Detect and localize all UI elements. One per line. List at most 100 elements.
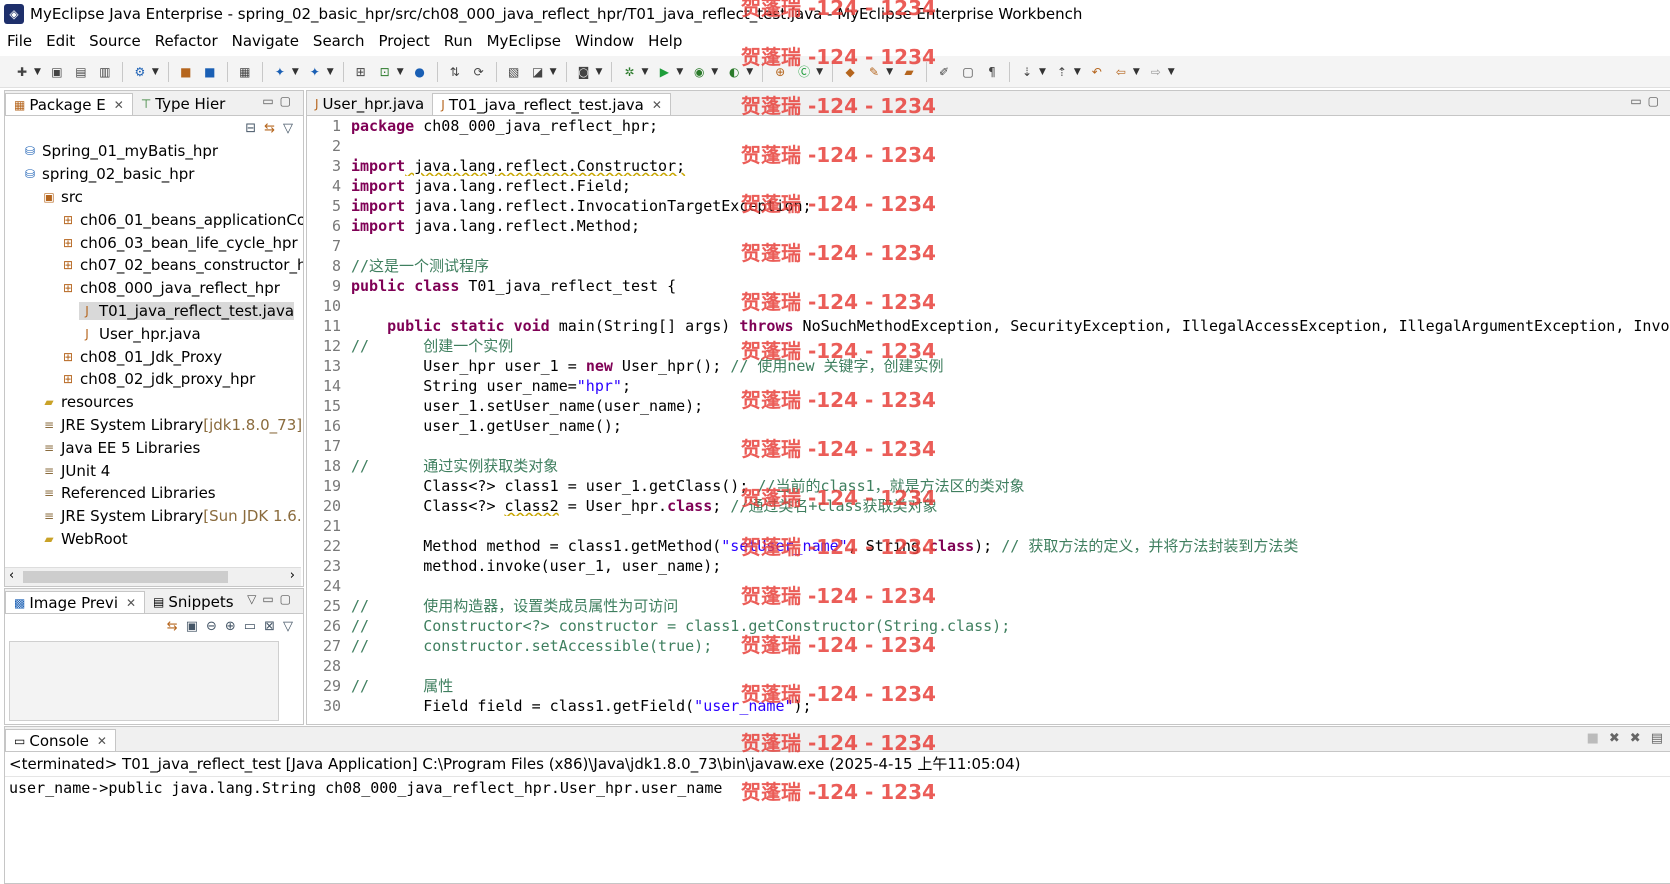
search-tool-dropdown-icon[interactable]: ▼: [886, 67, 893, 77]
forward-icon[interactable]: ⇨: [1147, 63, 1165, 81]
tab-image-preview[interactable]: ▩ Image Previ ✕: [5, 591, 146, 613]
tree-item[interactable]: ⛁ spring_02_basic_hpr: [5, 163, 303, 186]
next-annotation-icon[interactable]: ⇣: [1018, 63, 1036, 81]
minimize-maximize-icon[interactable]: ▭▢: [1630, 94, 1665, 108]
terminate-icon[interactable]: ■: [1587, 731, 1599, 746]
menu-refactor[interactable]: Refactor: [148, 32, 225, 50]
back-dropdown-icon[interactable]: ▼: [1133, 67, 1140, 77]
debug-icon[interactable]: ✲: [620, 63, 638, 81]
remove-all-icon[interactable]: ✖: [1630, 731, 1641, 746]
scrollbar-thumb[interactable]: [23, 571, 228, 583]
wizard2-icon[interactable]: ✦: [306, 63, 324, 81]
new-icon[interactable]: ✚: [13, 63, 31, 81]
prev-annotation-dropdown-icon[interactable]: ▼: [1074, 67, 1081, 77]
screen-icon[interactable]: ◪: [529, 63, 547, 81]
console-output[interactable]: user_name->public java.lang.String ch08_…: [5, 777, 1670, 799]
tree-item[interactable]: ⊞ ch07_02_beans_constructor_h: [5, 254, 303, 277]
menu-source[interactable]: Source: [82, 32, 148, 50]
open-type-icon[interactable]: ⊡: [376, 63, 394, 81]
menu-window[interactable]: Window: [568, 32, 641, 50]
run-dropdown-icon[interactable]: ▼: [676, 67, 683, 77]
profile-icon[interactable]: ◉: [690, 63, 708, 81]
open-folder-icon[interactable]: ▰: [900, 63, 918, 81]
save-all-icon[interactable]: ▤: [72, 63, 90, 81]
tree-item[interactable]: ▣ src: [5, 186, 303, 209]
tab-type-hierarchy[interactable]: ⊤ Type Hier: [133, 93, 234, 115]
view-menu-icon[interactable]: ▽: [283, 121, 293, 136]
actual-size-icon[interactable]: ▭: [244, 619, 256, 634]
menu-run[interactable]: Run: [437, 32, 480, 50]
menu-navigate[interactable]: Navigate: [225, 32, 306, 50]
external-tools-icon[interactable]: ◐: [725, 63, 743, 81]
tree-item[interactable]: J T01_java_reflect_test.java: [5, 300, 303, 323]
sync-icon[interactable]: ⇅: [446, 63, 464, 81]
show-whitespace-icon[interactable]: ¶: [983, 63, 1001, 81]
menu-project[interactable]: Project: [371, 32, 436, 50]
close-icon[interactable]: ✕: [97, 734, 107, 748]
tree-item[interactable]: ⛁ Spring_01_myBatis_hpr: [5, 140, 303, 163]
menu-file[interactable]: File: [0, 32, 39, 50]
fit-image-icon[interactable]: ▣: [186, 619, 198, 634]
tree-item[interactable]: ▰ resources: [5, 391, 303, 414]
tab-console[interactable]: ▭ Console ✕: [5, 729, 116, 751]
open-perspective-icon[interactable]: ◆: [841, 63, 859, 81]
save-icon[interactable]: ▣: [48, 63, 66, 81]
tab-package-explorer[interactable]: ▦ Package E ✕: [5, 93, 133, 115]
camera-icon[interactable]: ◙: [575, 63, 593, 81]
next-annotation-dropdown-icon[interactable]: ▼: [1039, 67, 1046, 77]
close-icon[interactable]: ✕: [652, 98, 662, 112]
new-class-dropdown-icon[interactable]: ▼: [816, 67, 823, 77]
remove-launch-icon[interactable]: ✖: [1609, 731, 1620, 746]
tree-item[interactable]: ⊞ ch06_01_beans_applicationCo: [5, 208, 303, 231]
search-tool-icon[interactable]: ✎: [865, 63, 883, 81]
forward-dropdown-icon[interactable]: ▼: [1168, 67, 1175, 77]
menu-edit[interactable]: Edit: [39, 32, 82, 50]
horizontal-scrollbar[interactable]: ‹ ›: [5, 567, 301, 586]
open-type-dropdown-icon[interactable]: ▼: [397, 67, 404, 77]
tab-t01-java-reflect-test[interactable]: J T01_java_reflect_test.java ✕: [432, 93, 671, 115]
external-tools-dropdown-icon[interactable]: ▼: [746, 67, 753, 77]
minimize-maximize-icon[interactable]: ▽▭▢: [247, 592, 297, 606]
rotate-icon[interactable]: ⊠: [264, 619, 275, 634]
scroll-left-icon[interactable]: ‹: [9, 568, 14, 583]
tree-item[interactable]: ≡ JRE System Library [Sun JDK 1.6.: [5, 505, 303, 528]
globe-icon[interactable]: ●: [411, 63, 429, 81]
wizard2-dropdown-icon[interactable]: ▼: [327, 67, 334, 77]
back-icon[interactable]: ⇦: [1112, 63, 1130, 81]
wizard-icon[interactable]: ✦: [271, 63, 289, 81]
scroll-lock-icon[interactable]: ▤: [1651, 731, 1663, 746]
code-text-area[interactable]: package ch08_000_java_reflect_hpr; import…: [351, 116, 1669, 724]
tree-item[interactable]: ≡ JRE System Library [jdk1.8.0_73]: [5, 414, 303, 437]
tree-item[interactable]: J User_hpr.java: [5, 322, 303, 345]
tab-snippets[interactable]: ▤ Snippets: [145, 591, 242, 613]
image-icon[interactable]: ▧: [505, 63, 523, 81]
run-icon[interactable]: ▶: [655, 63, 673, 81]
tree-item[interactable]: ≡ Java EE 5 Libraries: [5, 436, 303, 459]
scroll-right-icon[interactable]: ›: [290, 568, 295, 583]
zoom-out-icon[interactable]: ⊖: [206, 619, 217, 634]
tree-item[interactable]: ⊞ ch08_01_Jdk_Proxy: [5, 345, 303, 368]
view-menu-icon[interactable]: ▽: [283, 619, 293, 634]
tree-item[interactable]: ⊞ ch06_03_bean_life_cycle_hpr: [5, 231, 303, 254]
tree-item[interactable]: ▰ WebRoot: [5, 528, 303, 551]
tree-item[interactable]: ≡ Referenced Libraries: [5, 482, 303, 505]
menu-help[interactable]: Help: [641, 32, 689, 50]
deploy-dropdown-icon[interactable]: ▼: [152, 67, 159, 77]
last-edit-icon[interactable]: ↶: [1088, 63, 1106, 81]
box-icon[interactable]: ■: [177, 63, 195, 81]
block-select-icon[interactable]: ▢: [959, 63, 977, 81]
zoom-in-icon[interactable]: ⊕: [225, 619, 236, 634]
collapse-all-icon[interactable]: ⊟: [245, 121, 256, 136]
new-class-icon[interactable]: Ⓒ: [795, 63, 813, 81]
print-icon[interactable]: ▥: [96, 63, 114, 81]
tree-item[interactable]: ≡ JUnit 4: [5, 459, 303, 482]
close-icon[interactable]: ✕: [126, 596, 136, 610]
refresh-icon[interactable]: ⟳: [470, 63, 488, 81]
hierarchy-icon[interactable]: ⊞: [352, 63, 370, 81]
camera-dropdown-icon[interactable]: ▼: [596, 67, 603, 77]
profile-dropdown-icon[interactable]: ▼: [711, 67, 718, 77]
wizard-dropdown-icon[interactable]: ▼: [292, 67, 299, 77]
close-icon[interactable]: ✕: [114, 98, 124, 112]
server-icon[interactable]: ▦: [236, 63, 254, 81]
minimize-maximize-icon[interactable]: ▭▢: [262, 94, 297, 108]
